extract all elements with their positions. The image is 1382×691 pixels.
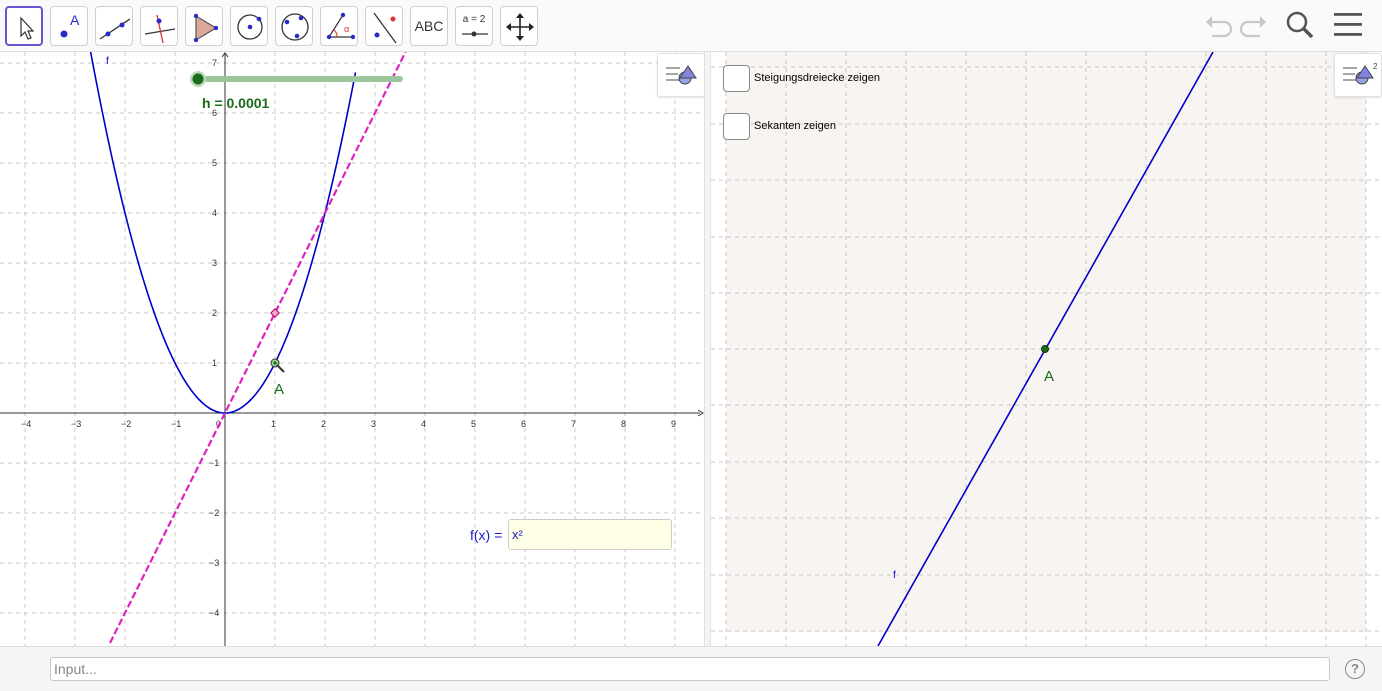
graphics2-background [726, 52, 1366, 632]
x-tick-label: 5 [471, 419, 476, 429]
line-tool-button[interactable] [95, 6, 133, 46]
y-tick-label: −4 [209, 608, 219, 618]
drag-handle-icon [276, 364, 285, 373]
function-f-label: f [106, 56, 109, 67]
style-bar-toggle-2[interactable]: 2 [1334, 53, 1382, 97]
polygon-tool-button[interactable] [185, 6, 223, 46]
checkbox-label: Sekanten zeigen [754, 120, 836, 132]
y-tick-label: −1 [209, 458, 219, 468]
cursor-arrow-icon [20, 16, 35, 40]
style-bar-toggle-1[interactable] [657, 53, 704, 97]
x-tick-label: −3 [71, 419, 81, 429]
angle-tool-button[interactable]: α [320, 6, 358, 46]
search-icon[interactable] [1284, 10, 1316, 42]
angle-tool-letter: α [344, 24, 350, 34]
line-icon [99, 18, 131, 40]
graphics-canvas-2[interactable]: fA [711, 52, 1382, 646]
tangent-line [109, 52, 407, 644]
move-tool-button[interactable] [5, 6, 43, 46]
style-bar-icon: 2 [1343, 62, 1378, 85]
text-tool-label: ABC [414, 18, 444, 34]
point-a-label: A [1044, 368, 1054, 385]
undo-icon[interactable] [1202, 10, 1234, 42]
point-a [1041, 345, 1049, 353]
x-tick-label: 3 [371, 419, 376, 429]
circle-center-point-icon [237, 14, 263, 40]
move-arrows-icon [506, 13, 534, 41]
y-tick-label: 5 [212, 158, 217, 168]
function-input-label: f(x) = [470, 527, 503, 543]
checkbox-label: Steigungsdreiecke zeigen [754, 72, 880, 84]
x-tick-label: 1 [271, 419, 276, 429]
point-tool-letter: A [70, 12, 80, 28]
view-divider[interactable] [704, 52, 711, 646]
checkbox-box[interactable] [723, 113, 750, 140]
reflect-icon [373, 12, 397, 44]
redo-icon[interactable] [1238, 10, 1270, 42]
move-graphics-view-tool-button[interactable] [500, 6, 538, 46]
y-tick-label: 3 [212, 258, 217, 268]
x-tick-label: 4 [421, 419, 426, 429]
x-tick-label: −2 [121, 419, 131, 429]
style-bar-icon [666, 65, 697, 85]
menu-icon[interactable] [1332, 10, 1364, 42]
slider-tool-button[interactable]: a = 2 [455, 6, 493, 46]
graphics-canvas-1[interactable]: −4−3−2−101234567891234567−1−2−3−4fA [0, 52, 704, 646]
function-f-label: f [893, 570, 896, 581]
function-input-field[interactable] [508, 519, 672, 550]
perpendicular-line-icon [144, 14, 176, 44]
algebra-input-field[interactable] [50, 657, 1330, 681]
perpendicular-line-tool-button[interactable] [140, 6, 178, 46]
angle-icon [326, 12, 356, 40]
x-tick-label: 7 [571, 419, 576, 429]
y-tick-label: 4 [212, 208, 217, 218]
y-tick-label: −3 [209, 558, 219, 568]
graphics-view-1[interactable]: −4−3−2−101234567891234567−1−2−3−4fA h = … [0, 52, 704, 646]
point-a-label: A [274, 381, 284, 398]
y-tick-label: 2 [212, 308, 217, 318]
slider-handle [192, 73, 204, 85]
x-tick-label: 9 [671, 419, 676, 429]
circle-three-points-icon [281, 13, 309, 41]
checkbox-box[interactable] [723, 65, 750, 92]
input-bar-container: ? [0, 646, 1382, 691]
x-tick-label: −4 [21, 419, 31, 429]
circle-through-points-tool-button[interactable] [275, 6, 313, 46]
slider-value-label: h = 0.0001 [202, 95, 270, 111]
polygon-icon [193, 13, 219, 43]
x-tick-label: 8 [621, 419, 626, 429]
tangent-point [270, 308, 280, 318]
help-icon[interactable]: ? [1345, 659, 1365, 679]
y-tick-label: 1 [212, 358, 217, 368]
x-tick-label: 2 [321, 419, 326, 429]
slider-icon [462, 31, 488, 37]
y-tick-label: 7 [212, 58, 217, 68]
point-tool-button[interactable]: A [50, 6, 88, 46]
x-tick-label: −1 [171, 419, 181, 429]
toolbar: A α ABC a = 2 [0, 0, 1382, 52]
svg-text:2: 2 [1373, 62, 1378, 71]
point-a-center [273, 361, 277, 365]
circle-tool-button[interactable] [230, 6, 268, 46]
text-tool-button[interactable]: ABC [410, 6, 448, 46]
reflect-tool-button[interactable] [365, 6, 403, 46]
x-tick-label: 6 [521, 419, 526, 429]
graphics-view-2[interactable]: fA Steigungsdreiecke zeigen Sekanten zei… [711, 52, 1382, 646]
y-tick-label: −2 [209, 508, 219, 518]
